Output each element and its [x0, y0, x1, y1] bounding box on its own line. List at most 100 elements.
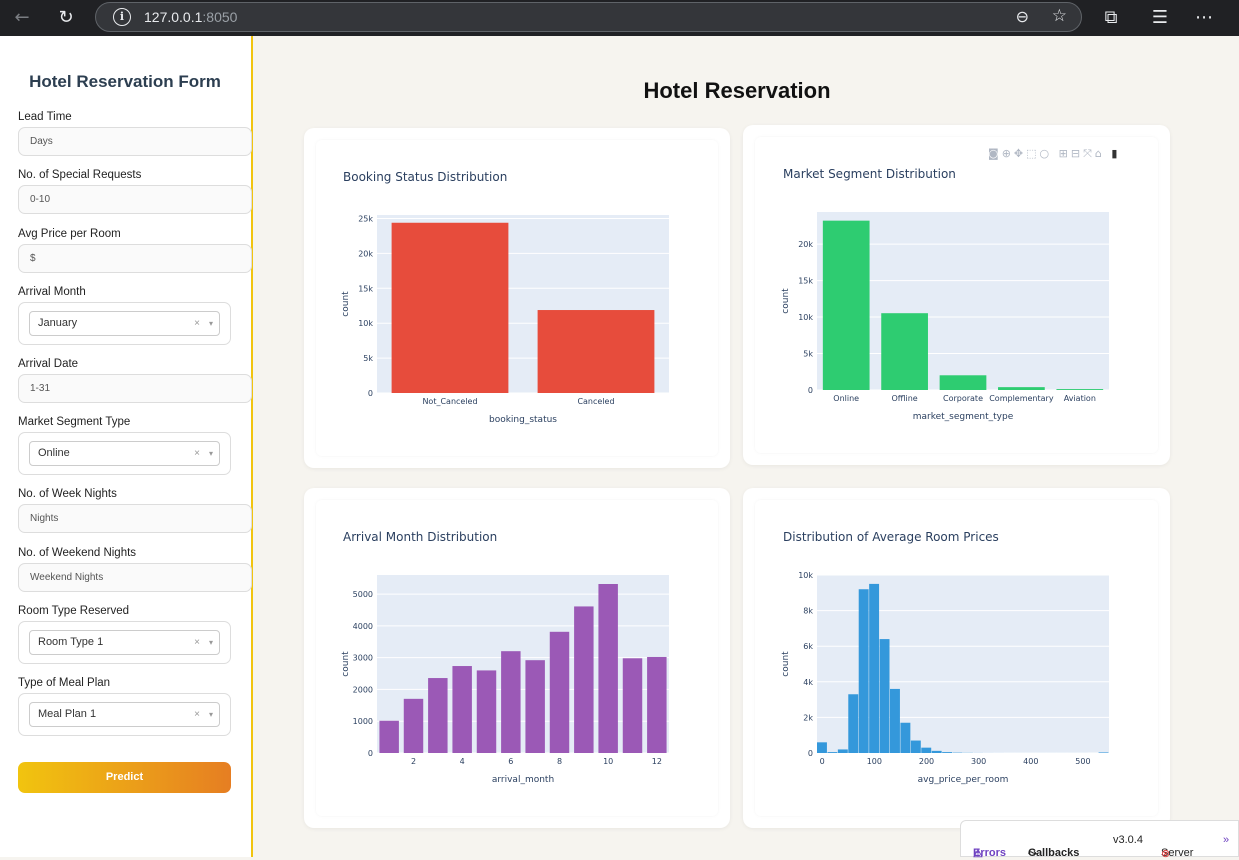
page-title: Hotel Reservation — [253, 78, 1221, 104]
chart-title: Distribution of Average Room Prices — [783, 530, 999, 544]
box-select-icon[interactable]: ⬚ — [1026, 147, 1039, 160]
y-tick-label: 0 — [368, 389, 373, 398]
reload-icon[interactable]: ↻ — [54, 6, 78, 30]
browser-toolbar: ← ↻ i 127.0.0.1:8050 ⊖ ☆ ⧉ ☰ ⋯ — [0, 0, 1239, 36]
zoom-in-icon[interactable]: ⊞ — [1059, 147, 1071, 160]
chevron-down-icon[interactable]: ▾ — [209, 631, 213, 654]
x-tick-label: 6 — [508, 757, 513, 766]
week-nights-input[interactable]: Nights — [18, 504, 252, 533]
chevron-down-icon[interactable]: ▾ — [209, 312, 213, 335]
x-tick-label: 300 — [971, 757, 986, 766]
bar — [823, 221, 870, 390]
x-tick-label: Canceled — [577, 397, 614, 406]
avg-price-input[interactable]: $ — [18, 244, 252, 273]
chevron-down-icon[interactable]: ▾ — [209, 442, 213, 465]
y-tick-label: 10k — [798, 313, 813, 322]
y-axis-label: count — [781, 651, 791, 677]
x-axis-label: booking_status — [489, 415, 557, 425]
zoom-out-icon[interactable]: ⊖ — [1016, 7, 1029, 26]
bar — [1099, 752, 1109, 753]
lead-time-input[interactable]: Days — [18, 127, 252, 156]
back-icon[interactable]: ← — [10, 6, 34, 30]
arrival-month-value: January — [38, 317, 77, 329]
y-tick-label: 6k — [803, 642, 813, 651]
chevron-down-icon[interactable]: ▾ — [209, 703, 213, 726]
y-axis-label: count — [781, 288, 791, 314]
arrival-date-input[interactable]: 1-31 — [18, 374, 252, 403]
bar — [574, 606, 593, 753]
y-tick-label: 15k — [358, 284, 373, 293]
weekend-nights-input[interactable]: Weekend Nights — [18, 563, 252, 592]
market-segment-chart: 05k10k15k20kOnlineOfflineCorporateComple… — [775, 202, 1125, 432]
room-type-dropdown[interactable]: Room Type 1×▾ — [29, 630, 220, 655]
y-tick-label: 8k — [803, 607, 813, 616]
expand-icon[interactable]: » — [1223, 834, 1229, 846]
camera-icon[interactable]: ◙ — [988, 147, 1002, 160]
bar — [428, 678, 447, 753]
form-title: Hotel Reservation Form — [0, 72, 250, 92]
chart-title: Booking Status Distribution — [343, 170, 507, 184]
x-tick-label: Online — [833, 394, 859, 403]
week-nights-label: No. of Week Nights — [18, 488, 117, 500]
x-tick-label: 8 — [557, 757, 562, 766]
meal-plan-dropdown[interactable]: Meal Plan 1 × ▾ — [29, 702, 220, 727]
bar — [1056, 389, 1103, 390]
more-menu-icon[interactable]: ⋯ — [1192, 6, 1216, 30]
autoscale-icon[interactable]: ⤧ — [1083, 147, 1095, 160]
bar — [647, 657, 666, 753]
predict-button[interactable]: Predict — [18, 762, 231, 793]
bar — [538, 310, 655, 393]
bar — [827, 752, 837, 753]
zoom-out-icon[interactable]: ⊟ — [1071, 147, 1083, 160]
version-label: v3.0.4 — [1113, 834, 1143, 846]
y-tick-label: 0 — [368, 749, 373, 758]
special-requests-input[interactable]: 0-10 — [18, 185, 252, 214]
plotly-logo-icon[interactable]: ▮ — [1111, 147, 1120, 160]
bar — [932, 751, 942, 753]
x-tick-label: Not_Canceled — [422, 397, 477, 406]
clear-icon[interactable]: × — [194, 631, 200, 654]
clear-icon[interactable]: × — [194, 442, 200, 465]
url-text[interactable]: 127.0.0.1:8050 — [144, 9, 237, 25]
home-icon[interactable]: ⌂ — [1095, 147, 1105, 160]
lasso-icon[interactable]: ○ — [1040, 147, 1053, 160]
meal-plan-label: Type of Meal Plan — [18, 677, 110, 689]
y-tick-label: 2k — [803, 713, 813, 722]
plot-modebar: ◙⊕✥⬚○ ⊞⊟⤧⌂ ▮ — [988, 147, 1163, 161]
bar — [890, 689, 900, 753]
extensions-icon[interactable]: ⧉ — [1099, 6, 1123, 30]
y-tick-label: 5000 — [353, 590, 373, 599]
bar — [900, 723, 910, 753]
x-tick-label: 10 — [603, 757, 613, 766]
y-tick-label: 4k — [803, 678, 813, 687]
chart-title: Market Segment Distribution — [783, 167, 956, 181]
bar — [940, 375, 987, 390]
clear-icon[interactable]: × — [194, 703, 200, 726]
favorites-icon[interactable]: ☰ — [1148, 6, 1172, 30]
x-tick-label: 2 — [411, 757, 416, 766]
market-segment-dropdown[interactable]: Online×▾ — [29, 441, 220, 466]
x-tick-label: 500 — [1075, 757, 1090, 766]
arrival-date-label: Arrival Date — [18, 358, 78, 370]
bookmark-star-icon[interactable]: ☆ — [1052, 6, 1067, 26]
dash-debug-menu: ⚠ Errors ⤳ Callbacks v3.0.4 Server ⊗ » — [960, 820, 1239, 857]
address-bar[interactable]: i 127.0.0.1:8050 ⊖ ☆ — [95, 2, 1082, 32]
arrival-month-dropdown[interactable]: January × ▾ — [29, 311, 220, 336]
room-type-label: Room Type Reserved — [18, 605, 129, 617]
clear-icon[interactable]: × — [194, 312, 200, 335]
bar — [452, 666, 471, 753]
y-tick-label: 4000 — [353, 622, 373, 631]
special-requests-label: No. of Special Requests — [18, 169, 141, 181]
bar — [911, 741, 921, 753]
y-tick-label: 20k — [358, 249, 373, 258]
info-icon[interactable]: i — [113, 8, 131, 26]
url-host: 127.0.0.1 — [144, 9, 202, 25]
callbacks-label: Callbacks — [1028, 847, 1079, 859]
market-segment-container: Online×▾ — [18, 432, 231, 475]
pan-icon[interactable]: ✥ — [1014, 147, 1026, 160]
bar — [525, 660, 544, 753]
zoom-icon[interactable]: ⊕ — [1002, 147, 1014, 160]
bar — [942, 752, 952, 753]
y-tick-label: 20k — [798, 240, 813, 249]
meal-plan-value: Meal Plan 1 — [38, 708, 96, 720]
